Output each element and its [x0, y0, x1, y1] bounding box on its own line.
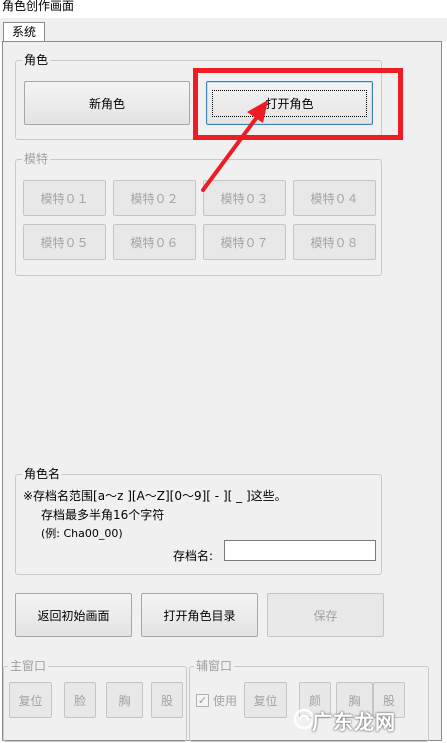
main-reset-button[interactable]: 复位: [9, 682, 52, 718]
model-05-button[interactable]: 模特０５: [23, 224, 106, 260]
open-character-button[interactable]: 打开角色: [206, 81, 373, 125]
save-name-label: 存档名:: [173, 549, 214, 563]
open-character-folder-button[interactable]: 打开角色目录: [141, 593, 258, 637]
open-character-label: 打开角色: [212, 89, 367, 117]
sub-use-checkbox[interactable]: ✓: [196, 694, 209, 707]
back-to-start-button[interactable]: 返回初始画面: [15, 593, 132, 637]
model-group-legend: 模特: [22, 151, 51, 167]
name-example-note: (例: Cha00_00): [41, 527, 123, 540]
new-character-button[interactable]: 新角色: [24, 81, 190, 125]
model-08-button[interactable]: 模特０８: [293, 224, 376, 260]
character-name-legend: 角色名: [22, 466, 63, 482]
model-01-button[interactable]: 模特０１: [23, 180, 106, 216]
model-04-button[interactable]: 模特０４: [293, 180, 376, 216]
sub-use-label: 使用: [213, 694, 238, 708]
window-title: 角色创作画面: [0, 0, 447, 18]
character-group-legend: 角色: [22, 52, 51, 68]
main-face-button[interactable]: 脸: [64, 682, 96, 718]
main-hip-button[interactable]: 股: [151, 682, 183, 718]
sub-reset-button[interactable]: 复位: [244, 682, 287, 718]
model-07-button[interactable]: 模特０７: [203, 224, 286, 260]
main-window-legend: 主窗口: [8, 658, 49, 674]
system-panel: 角色 新角色 打开角色 模特 模特０１ 模特０２ 模特０３ 模特０４ 模特０５ …: [2, 41, 442, 742]
name-length-note: 存档最多半角16个字符: [41, 508, 165, 522]
tab-strip: 系统: [0, 18, 447, 42]
save-name-input[interactable]: [224, 540, 376, 561]
tab-system[interactable]: 系统: [3, 22, 45, 42]
sub-window-legend: 辅窗口: [194, 658, 235, 674]
model-06-button[interactable]: 模特０６: [113, 224, 196, 260]
model-03-button[interactable]: 模特０３: [203, 180, 286, 216]
watermark-text: 广东龙网: [312, 710, 396, 734]
main-chest-button[interactable]: 胸: [106, 682, 143, 718]
save-button[interactable]: 保存: [267, 593, 384, 637]
name-rule-note: ※存档名范围[a～z ][A～Z][0～9][ - ][ _ ]这些。: [23, 489, 287, 503]
model-02-button[interactable]: 模特０２: [113, 180, 196, 216]
